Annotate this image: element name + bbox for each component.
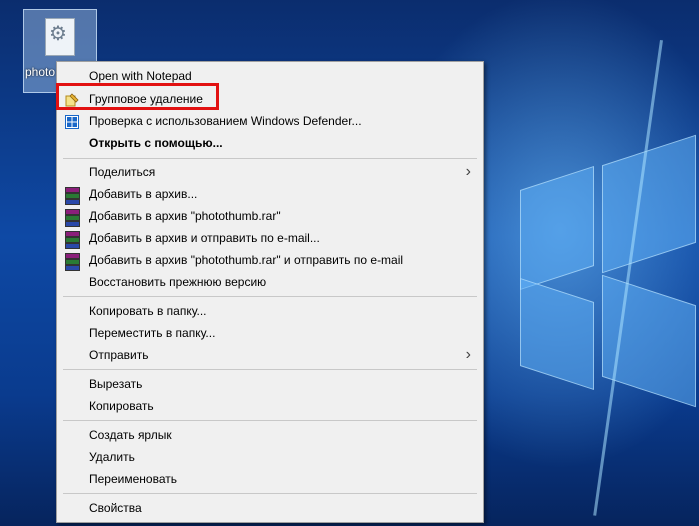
menu-item-label: Удалить (89, 450, 135, 464)
menu-item-label: Отправить (89, 348, 149, 362)
menu-separator (63, 369, 477, 370)
menu-item-label: Вырезать (89, 377, 143, 391)
winrar-icon (65, 209, 80, 227)
menu-item-open-with[interactable]: Открыть с помощью... (57, 132, 483, 154)
menu-item-add-to-photothumb-rar-and-email[interactable]: Добавить в архив "photothumb.rar" и отпр… (57, 249, 483, 271)
menu-item-label: Открыть с помощью... (89, 136, 223, 150)
winrar-icon (65, 187, 80, 205)
menu-item-label: Добавить в архив "photothumb.rar" (89, 209, 281, 223)
wallpaper-pane (602, 134, 696, 274)
menu-item-create-shortcut[interactable]: Создать ярлык (57, 424, 483, 446)
menu-item-label: Добавить в архив... (89, 187, 198, 201)
menu-item-rename[interactable]: Переименовать (57, 468, 483, 490)
menu-item-restore-previous-version[interactable]: Восстановить прежнюю версию (57, 271, 483, 293)
menu-item-label: Переместить в папку... (89, 326, 216, 340)
menu-item-label: Копировать (89, 399, 154, 413)
winrar-icon (65, 231, 80, 249)
menu-separator (63, 493, 477, 494)
menu-separator (63, 420, 477, 421)
windows-defender-icon (65, 114, 79, 129)
menu-item-move-to-folder[interactable]: Переместить в папку... (57, 322, 483, 344)
chevron-right-icon: › (465, 346, 471, 363)
menu-item-copy[interactable]: Копировать (57, 395, 483, 417)
chevron-right-icon: › (465, 163, 471, 180)
wallpaper-pane (520, 165, 594, 291)
menu-item-properties[interactable]: Свойства (57, 497, 483, 519)
menu-item-label: Переименовать (89, 472, 177, 486)
menu-item-label: Поделиться (89, 165, 156, 179)
highlight-box (56, 83, 219, 110)
wallpaper-pane (602, 274, 696, 408)
menu-item-cut[interactable]: Вырезать (57, 373, 483, 395)
menu-item-label: Копировать в папку... (89, 304, 207, 318)
menu-item-label: Проверка с использованием Windows Defend… (89, 114, 362, 128)
menu-item-add-to-archive-and-email[interactable]: Добавить в архив и отправить по e-mail..… (57, 227, 483, 249)
context-menu: Open with Notepad Групповое удаление Про… (56, 61, 484, 523)
menu-item-add-to-archive[interactable]: Добавить в архив... (57, 183, 483, 205)
menu-item-delete[interactable]: Удалить (57, 446, 483, 468)
menu-item-label: Восстановить прежнюю версию (89, 275, 267, 289)
winrar-icon (65, 253, 80, 271)
menu-item-share[interactable]: Поделиться › (57, 161, 483, 183)
menu-separator (63, 158, 477, 159)
menu-item-label: Свойства (89, 501, 142, 515)
menu-item-copy-to-folder[interactable]: Копировать в папку... (57, 300, 483, 322)
menu-item-add-to-photothumb-rar[interactable]: Добавить в архив "photothumb.rar" (57, 205, 483, 227)
wallpaper-pane (520, 277, 594, 391)
gear-icon: ⚙ (49, 23, 67, 45)
menu-item-send-to[interactable]: Отправить › (57, 344, 483, 366)
menu-separator (63, 296, 477, 297)
menu-item-label: Создать ярлык (89, 428, 172, 442)
menu-item-windows-defender[interactable]: Проверка с использованием Windows Defend… (57, 110, 483, 132)
document-icon: ⚙ (45, 18, 75, 56)
menu-item-label: Добавить в архив "photothumb.rar" и отпр… (89, 253, 404, 267)
menu-item-label: Добавить в архив и отправить по e-mail..… (89, 231, 320, 245)
